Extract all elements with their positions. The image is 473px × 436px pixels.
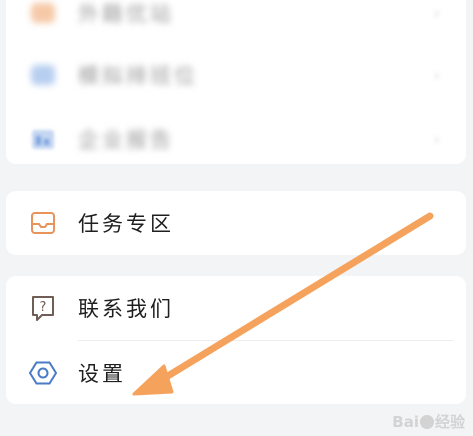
blurred-blue-icon (31, 65, 55, 85)
menu-item-label: 任务专区 (78, 212, 174, 236)
menu-item-enterprise-report[interactable]: 企业报告 › (6, 106, 466, 172)
menu-item-blurred-1[interactable]: 外籍优站 › (6, 0, 466, 46)
menu-item-task-zone[interactable]: 任务专区 (6, 191, 466, 255)
top-menu-card: 外籍优站 › 模拟排班位 › 企业报告 › (6, 0, 466, 164)
svg-text:?: ? (40, 300, 47, 315)
menu-item-blurred-2[interactable]: 模拟排班位 › (6, 42, 466, 108)
menu-item-label: 设置 (78, 362, 126, 386)
menu-item-contact-us[interactable]: ? 联系我们 (6, 276, 466, 340)
report-icon (32, 130, 54, 149)
tasks-card: 任务专区 (6, 191, 466, 255)
question-icon: ? (32, 296, 54, 321)
chevron-right-icon: › (433, 3, 440, 23)
chevron-right-icon: › (433, 65, 440, 85)
menu-item-settings[interactable]: 设置 (6, 341, 466, 405)
watermark-brand-right: 经验 (434, 413, 465, 431)
settings-hexagon-icon (28, 361, 58, 385)
menu-item-label: 企业报告 (78, 128, 174, 152)
menu-item-label: 模拟排班位 (78, 64, 198, 88)
paw-logo-icon (419, 415, 434, 429)
inbox-icon (31, 212, 55, 234)
bottom-menu-card: ? 联系我们 设置 (6, 276, 466, 404)
blurred-orange-icon (31, 3, 55, 23)
watermark-brand-left: Bai (392, 413, 419, 431)
chevron-right-icon: › (433, 129, 440, 149)
watermark: Bai 经验 (392, 411, 465, 432)
menu-item-label: 外籍优站 (78, 2, 174, 26)
menu-item-label: 联系我们 (78, 297, 174, 321)
